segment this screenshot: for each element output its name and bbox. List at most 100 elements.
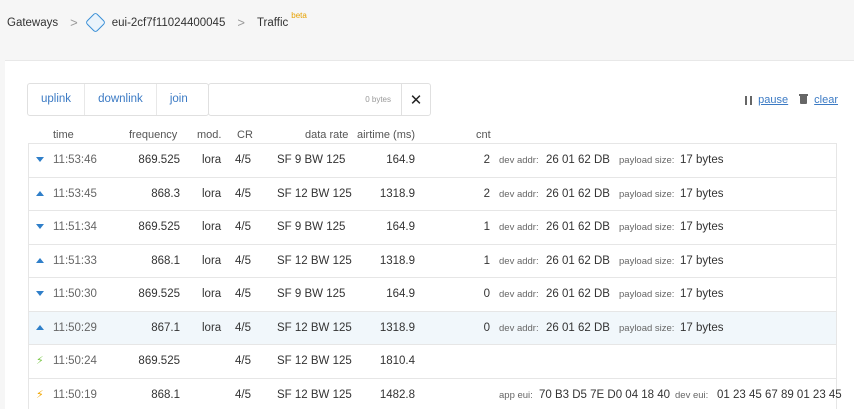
table-row[interactable]: ⚡ 11:50:24 869.525 4/5 SF 12 BW 125 1810.4: [29, 345, 836, 379]
close-icon: ✕: [409, 91, 423, 109]
cell-time: 11:50:24: [53, 355, 97, 367]
cell-airtime: 1318.9: [379, 321, 415, 334]
cell-frequency: 869.525: [138, 288, 180, 300]
payload-size-value: 17 bytes: [680, 288, 724, 300]
traffic-table: 11:53:46 869.525 lora 4/5 SF 9 BW 125 164.9 2 d…: [28, 143, 842, 409]
arrow-up-icon: [36, 187, 46, 201]
cell-count: 0: [483, 288, 490, 300]
cell-airtime: 1318.9: [379, 254, 415, 267]
table-row[interactable]: 11:53:45 868.3 lora 4/5 SF 12 BW 125 1318.9 2 d…: [29, 178, 836, 211]
cell-frequency: 869.525: [138, 154, 180, 166]
table-row[interactable]: 11:50:30 869.525 lora 4/5 SF 9 BW 125 164.9 0 d…: [29, 278, 836, 312]
cell-coding-rate: 4/5: [235, 221, 251, 233]
payload-size-label: payload size:: [619, 188, 675, 200]
cell-data-rate: SF 12 BW 125: [277, 187, 352, 200]
cell-airtime: 164.9: [386, 154, 415, 166]
cell-frequency: 868.1: [151, 254, 180, 267]
gateway-icon: [84, 11, 106, 34]
table-row[interactable]: 11:50:29 867.1 lora 4/5 SF 12 BW 125 1318.9 0 d…: [29, 311, 836, 345]
dev-addr-value: 26 01 62 DB: [546, 254, 610, 267]
table-row[interactable]: 11:51:33 868.1 lora 4/5 SF 12 BW 125 1318.9 1 d…: [29, 245, 836, 278]
payload-size-value: 17 bytes: [680, 154, 724, 166]
cell-frequency: 868.1: [151, 388, 180, 401]
arrow-up-icon: [36, 254, 46, 268]
breadcrumb: Gateways > eui-2cf7f11024400045 > Traffi…: [0, 0, 854, 45]
clear-label: clear: [814, 94, 838, 106]
dev-eui-value: 01 23 45 67 89 01 23 45: [717, 388, 842, 401]
cell-time: 11:50:29: [53, 321, 97, 334]
cell-airtime: 1482.8: [379, 388, 415, 401]
cell-data-rate: SF 9 BW 125: [277, 288, 346, 300]
cell-modulation: lora: [202, 254, 222, 267]
cell-data-rate: SF 9 BW 125: [277, 154, 346, 166]
breadcrumb-gateways-link[interactable]: Gateways: [7, 17, 58, 29]
arrow-up-icon: [36, 321, 46, 335]
clear-filter-button[interactable]: ✕: [401, 84, 430, 115]
downlink-filter-button[interactable]: downlink: [85, 84, 157, 115]
cell-coding-rate: 4/5: [235, 154, 251, 166]
bolt-icon: ⚡: [36, 355, 44, 367]
cell-data-rate: SF 12 BW 125: [277, 355, 352, 367]
join-filter-button[interactable]: join: [157, 84, 208, 115]
cell-count: 1: [483, 221, 490, 233]
table-row[interactable]: 11:51:34 869.525 lora 4/5 SF 9 BW 125 164.9 1 d…: [29, 211, 836, 245]
column-airtime: airtime (ms): [357, 129, 416, 141]
table-row[interactable]: ⚡ 11:50:19 868.1 4/5 SF 12 BW 125 1482.8 app e…: [29, 379, 842, 409]
clear-button[interactable]: clear: [788, 94, 838, 106]
bolt-icon: ⚡: [36, 388, 44, 401]
column-data-rate: data rate: [305, 129, 349, 141]
column-mod: mod.: [197, 129, 222, 141]
uplink-filter-button[interactable]: uplink: [28, 84, 86, 115]
dev-eui-label: dev eui:: [675, 389, 709, 401]
dev-addr-value: 26 01 62 DB: [546, 221, 610, 233]
cell-airtime: 1318.9: [379, 187, 415, 200]
cell-modulation: lora: [202, 187, 222, 200]
payload-size-label: payload size:: [619, 222, 675, 233]
dev-addr-value: 26 01 62 DB: [546, 321, 610, 334]
traffic-panel: uplink downlink join 0 bytes ✕ pause cle…: [5, 60, 854, 409]
payload-size-value: 17 bytes: [680, 221, 724, 233]
dev-addr-value: 26 01 62 DB: [546, 154, 610, 166]
cell-frequency: 869.525: [138, 355, 180, 367]
table-row[interactable]: 11:53:46 869.525 lora 4/5 SF 9 BW 125 164.9 2 d…: [29, 144, 836, 178]
dev-addr-label: dev addr:: [499, 322, 539, 334]
cell-count: 2: [483, 187, 490, 200]
app-eui-value: 70 B3 D5 7E D0 04 18 40: [539, 388, 671, 401]
payload-size-label: payload size:: [619, 155, 675, 166]
column-cnt: cnt: [476, 129, 491, 141]
dev-addr-value: 26 01 62 DB: [546, 288, 610, 300]
cell-time: 11:50:19: [53, 388, 97, 401]
cell-count: 0: [483, 321, 490, 334]
payload-size-value: 17 bytes: [680, 321, 724, 334]
cell-data-rate: SF 12 BW 125: [277, 321, 352, 334]
cell-coding-rate: 4/5: [235, 288, 251, 300]
breadcrumb-gateway-link[interactable]: eui-2cf7f11024400045: [112, 17, 226, 29]
cell-time: 11:53:45: [53, 187, 97, 200]
dev-addr-value: 26 01 62 DB: [546, 187, 610, 200]
cell-airtime: 164.9: [386, 221, 415, 233]
pause-icon: [745, 95, 753, 105]
cell-frequency: 869.525: [138, 221, 180, 233]
payload-size-label: payload size:: [619, 322, 675, 334]
dev-addr-label: dev addr:: [499, 289, 539, 300]
pause-label: pause: [758, 94, 789, 106]
breadcrumb-traffic: Traffic: [256, 16, 289, 29]
cell-time: 11:50:30: [53, 288, 97, 300]
payload-size-input[interactable]: 0 bytes: [209, 84, 401, 115]
column-frequency: frequency: [129, 129, 178, 141]
cell-frequency: 868.3: [151, 187, 180, 200]
breadcrumb-separator: >: [237, 15, 245, 30]
payload-size-filter: 0 bytes ✕: [208, 83, 431, 116]
cell-data-rate: SF 12 BW 125: [277, 388, 352, 401]
column-time: time: [53, 129, 74, 141]
bytes-placeholder: 0 bytes: [365, 95, 391, 104]
cell-airtime: 164.9: [386, 288, 415, 300]
payload-size-label: payload size:: [619, 255, 675, 267]
cell-modulation: lora: [202, 154, 222, 166]
beta-badge: beta: [291, 11, 307, 20]
cell-coding-rate: 4/5: [235, 355, 251, 367]
pause-button[interactable]: pause: [745, 94, 788, 106]
payload-size-label: payload size:: [619, 289, 675, 300]
cell-data-rate: SF 9 BW 125: [277, 221, 346, 233]
cell-coding-rate: 4/5: [235, 187, 251, 200]
